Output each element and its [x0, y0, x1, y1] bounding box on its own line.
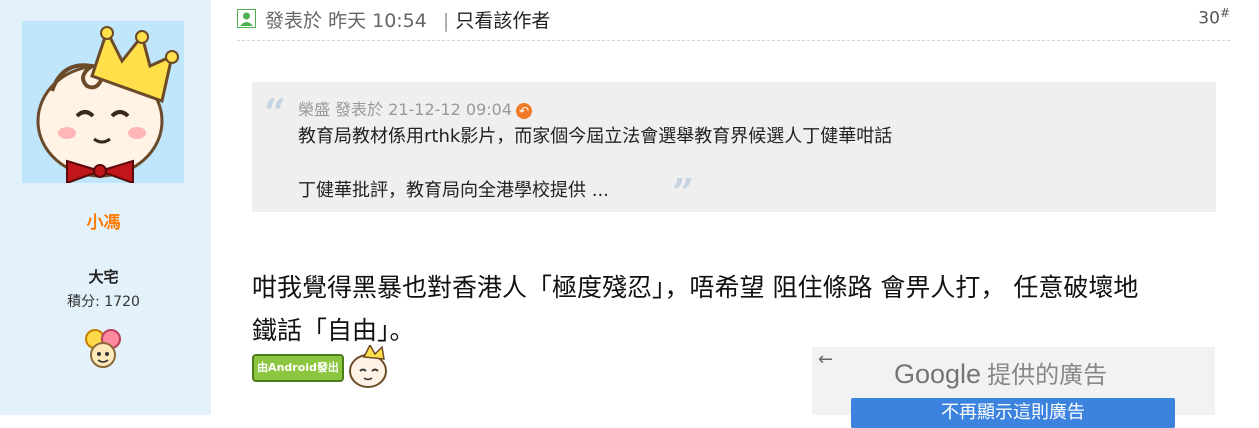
user-rank: 大宅 [88, 268, 119, 286]
jump-to-quote-icon[interactable]: ↶ [516, 102, 532, 119]
ad-title: Google 提供的廣告 [894, 355, 1107, 390]
user-sidebar: 小馮 大宅 積分: 1720 [0, 0, 211, 415]
android-badge-label: 由Android發出 [257, 361, 339, 374]
quote-line-1: 教育局教材係用rthk影片，而家個今屆立法會選舉教育界候選人丁健華咁話 [298, 126, 893, 147]
google-logo: Google [894, 359, 982, 389]
post-body-line-1: 咁我覺得黑暴也對香港人「極度殘忍」，唔希望 阻住條路 會畀人打， 任意破壞地 [252, 273, 1139, 302]
username[interactable]: 小馮 [0, 208, 207, 233]
meta-separator: | [442, 10, 450, 32]
medal-2021-icon[interactable] [83, 327, 123, 369]
quote-meta-text: 榮盛 發表於 21-12-12 09:04 [298, 100, 512, 119]
post-meta: 發表於 昨天 10:54 | 只看該作者 [265, 6, 550, 33]
avatar[interactable] [22, 21, 184, 183]
post-body-line-2: 鐵話「自由」。 [252, 316, 415, 345]
posted-label: 發表於 [265, 10, 323, 32]
floor-mark: # [1219, 6, 1230, 20]
quote-open-icon: “ [264, 90, 286, 135]
post-header: 發表於 昨天 10:54 | 只看該作者 30# [237, 6, 1230, 41]
ad-title-text: 提供的廣告 [987, 361, 1108, 389]
quote-block: “ 榮盛 發表於 21-12-12 09:04 ↶ 教育局教材係用rthk影片，而… [252, 82, 1216, 215]
baby-king-avatar-icon [22, 21, 184, 183]
posted-time: 昨天 10:54 [328, 10, 427, 32]
stop-showing-ad-button[interactable]: 不再顯示這則廣告 [851, 398, 1175, 428]
baby-mascot-icon [349, 345, 387, 388]
android-source-badge[interactable]: 由Android發出 [252, 354, 344, 382]
view-author-only-link[interactable]: 只看該作者 [455, 10, 550, 32]
ad-panel: ← Google 提供的廣告 不再顯示這則廣告 [812, 347, 1215, 428]
user-online-icon [237, 9, 256, 28]
quote-meta: 榮盛 發表於 21-12-12 09:04 ↶ [298, 96, 532, 120]
ad-back-arrow-icon[interactable]: ← [818, 349, 833, 370]
quote-line-2: 丁健華批評，教育局向全港學校提供 ... [298, 180, 609, 201]
floor-value: 30 [1198, 8, 1220, 29]
user-points: 積分: 1720 [67, 294, 140, 310]
floor-number[interactable]: 30# [1198, 6, 1230, 29]
quote-close-icon: ” [672, 170, 694, 215]
